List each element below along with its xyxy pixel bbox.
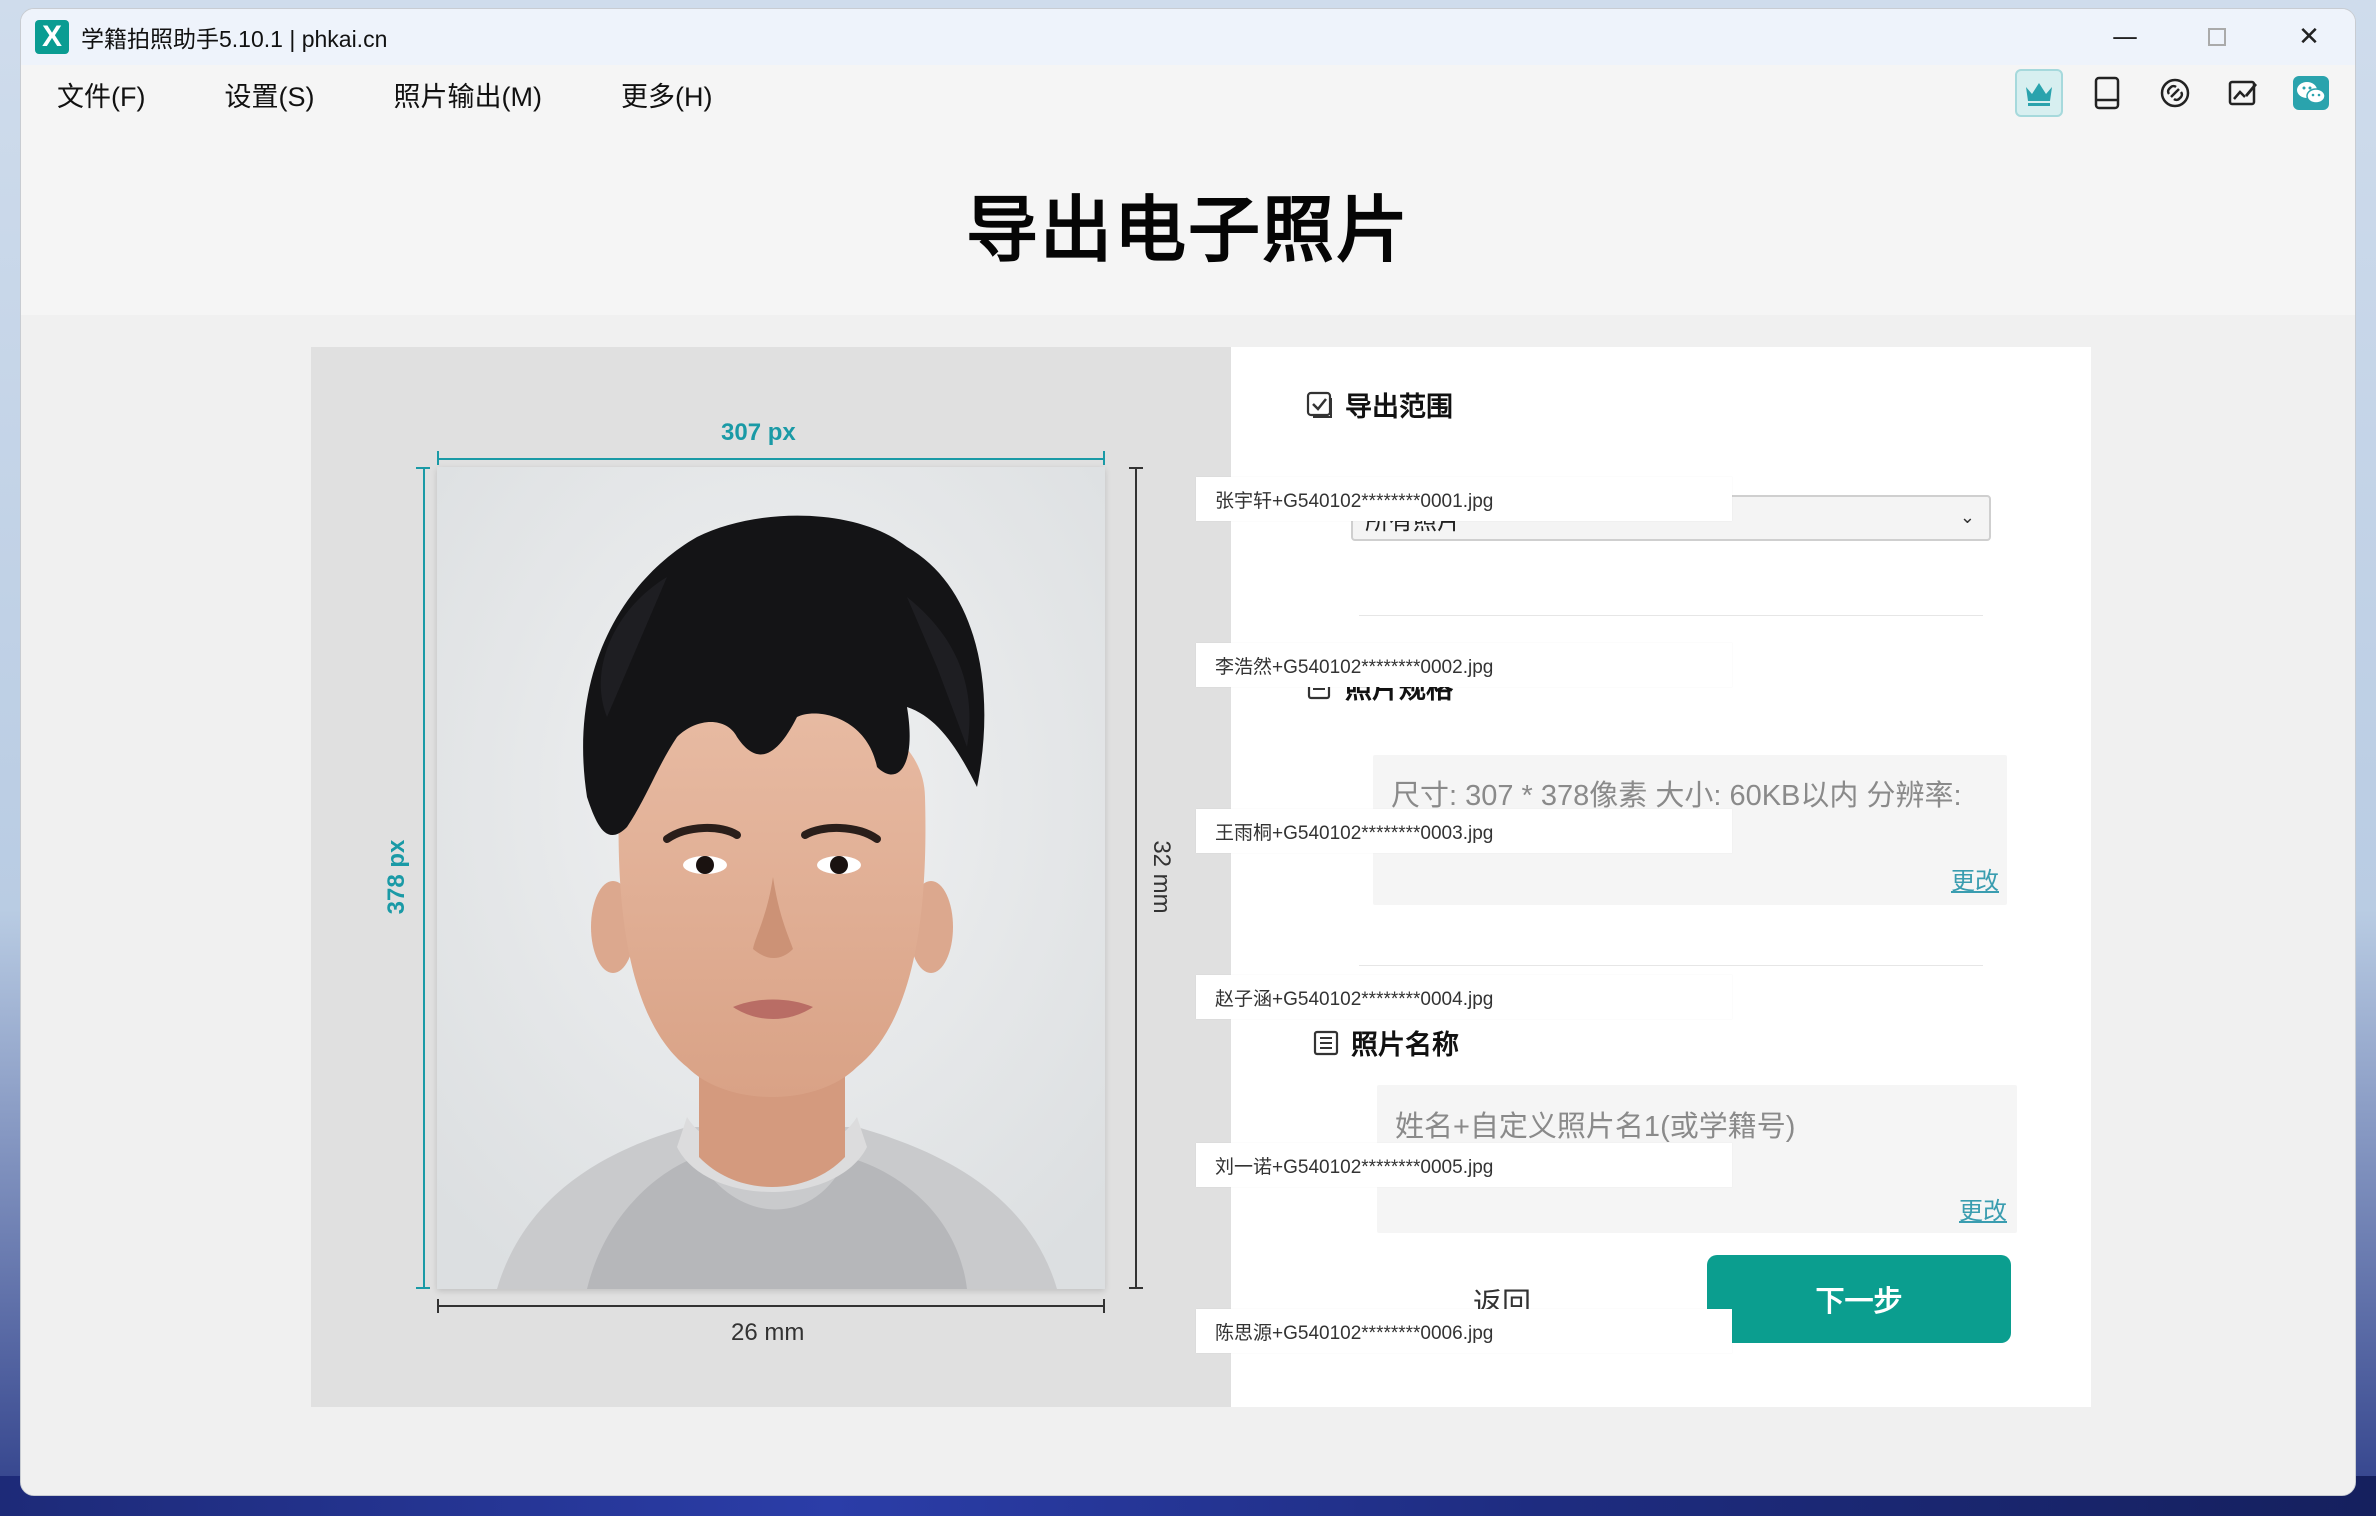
- portrait-illustration: [437, 467, 1105, 1289]
- menu-more[interactable]: 更多(H): [621, 75, 712, 114]
- wechat-icon[interactable]: [2287, 69, 2335, 117]
- title-bar: X 学籍拍照助手5.10.1 | phkai.cn — ✕: [21, 9, 2355, 65]
- menu-file[interactable]: 文件(F): [57, 75, 145, 114]
- height-dimension-tick-bottom: [416, 1287, 430, 1289]
- photo-spec-change-link[interactable]: 更改: [1951, 861, 1999, 896]
- toolbar: [2015, 69, 2335, 117]
- height-mm-line: [1135, 467, 1137, 1289]
- chevron-down-icon: ⌄: [1959, 507, 1975, 528]
- image-edit-icon[interactable]: [2219, 69, 2267, 117]
- photo-preview-panel: 307 px 378 px 32 mm 26 mm: [311, 347, 1231, 1407]
- height-dimension-tick-top: [416, 467, 430, 469]
- window-controls: — ✕: [2079, 9, 2355, 65]
- photo-name-section: 照片名称: [1311, 1023, 1459, 1062]
- portrait-photo: [437, 467, 1105, 1289]
- file-name-item: 王雨桐+G540102********0003.jpg: [1196, 809, 1732, 853]
- height-mm-tick-top: [1129, 467, 1143, 469]
- checkbox-icon: [1306, 391, 1332, 418]
- divider-1: [1359, 615, 1983, 616]
- menu-settings[interactable]: 设置(S): [224, 75, 314, 114]
- file-name-item: 赵子涵+G540102********0004.jpg: [1196, 975, 1732, 1019]
- width-mm-label: 26 mm: [731, 1319, 805, 1346]
- width-dimension-tick-left: [437, 451, 439, 465]
- file-name-item: 刘一诺+G540102********0005.jpg: [1196, 1143, 1732, 1187]
- file-name-item: 陈思源+G540102********0006.jpg: [1196, 1309, 1732, 1353]
- height-mm-label: 32 mm: [1148, 840, 1175, 914]
- maximize-icon: [2208, 28, 2226, 46]
- window-title: 学籍拍照助手5.10.1 | phkai.cn: [81, 26, 388, 52]
- close-button[interactable]: ✕: [2263, 9, 2355, 65]
- link-icon[interactable]: [2151, 69, 2199, 117]
- width-mm-line: [437, 1305, 1105, 1307]
- width-dimension-line: [437, 458, 1105, 460]
- width-dimension-tick-right: [1103, 451, 1105, 465]
- height-px-label: 378 px: [383, 839, 410, 915]
- page-header: 导出电子照片: [21, 123, 2355, 323]
- minimize-icon: —: [2112, 22, 2138, 52]
- height-dimension-line: [423, 467, 425, 1289]
- photo-name-text: 姓名+自定义照片名1(或学籍号): [1395, 1111, 1796, 1143]
- photo-name-heading: 照片名称: [1351, 1030, 1459, 1061]
- menu-photo-output[interactable]: 照片输出(M): [393, 75, 541, 114]
- maximize-button[interactable]: [2171, 9, 2263, 65]
- width-mm-tick-left: [437, 1299, 439, 1313]
- file-name-item: 李浩然+G540102********0002.jpg: [1196, 643, 1732, 687]
- minimize-button[interactable]: —: [2079, 9, 2171, 65]
- export-range-heading: 导出范围: [1345, 392, 1453, 423]
- list-icon: [1313, 1030, 1339, 1055]
- close-icon: ✕: [2298, 22, 2320, 52]
- width-px-label: 307 px: [721, 419, 796, 446]
- width-mm-tick-right: [1103, 1299, 1105, 1313]
- app-window: X 学籍拍照助手5.10.1 | phkai.cn — ✕ 文件(F) 设置(S…: [20, 8, 2356, 1496]
- app-logo-icon: X: [35, 20, 69, 54]
- tablet-icon[interactable]: [2083, 69, 2131, 117]
- page-title: 导出电子照片: [965, 187, 1410, 272]
- export-range-section: 导出范围: [1305, 385, 1453, 424]
- divider-2: [1359, 965, 1983, 966]
- file-name-item: 张宇轩+G540102********0001.jpg: [1196, 477, 1732, 521]
- photo-name-change-link[interactable]: 更改: [1959, 1191, 2007, 1226]
- next-button[interactable]: 下一步: [1707, 1255, 2011, 1343]
- height-mm-tick-bottom: [1129, 1287, 1143, 1289]
- crown-icon[interactable]: [2015, 69, 2063, 117]
- menu-bar: 文件(F) 设置(S) 照片输出(M) 更多(H): [21, 65, 2355, 123]
